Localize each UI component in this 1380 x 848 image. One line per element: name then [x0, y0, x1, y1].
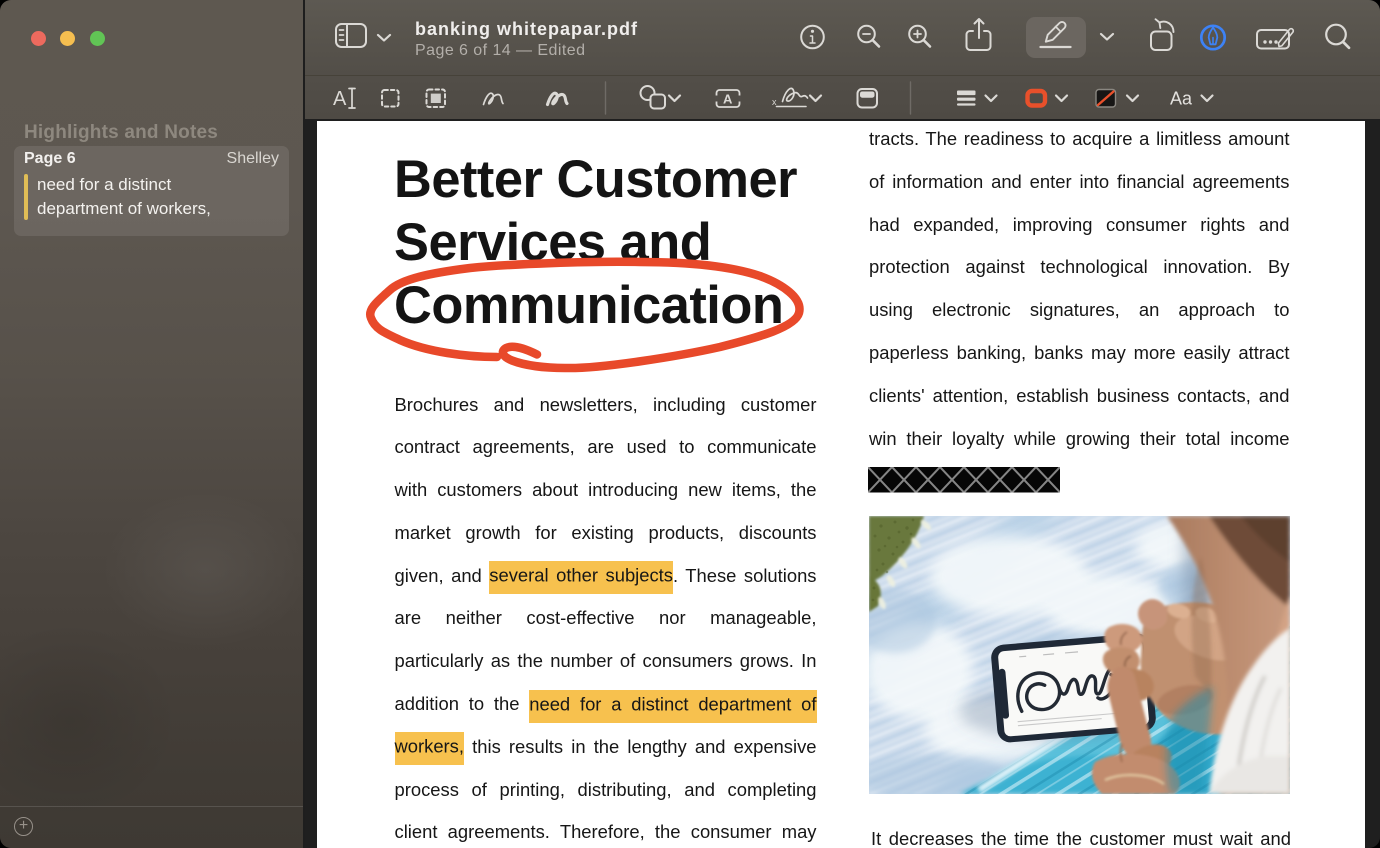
svg-text:A: A — [723, 92, 733, 107]
svg-text:Aa: Aa — [1170, 89, 1193, 109]
svg-text:A: A — [333, 88, 347, 110]
svg-text:x: x — [772, 97, 777, 107]
